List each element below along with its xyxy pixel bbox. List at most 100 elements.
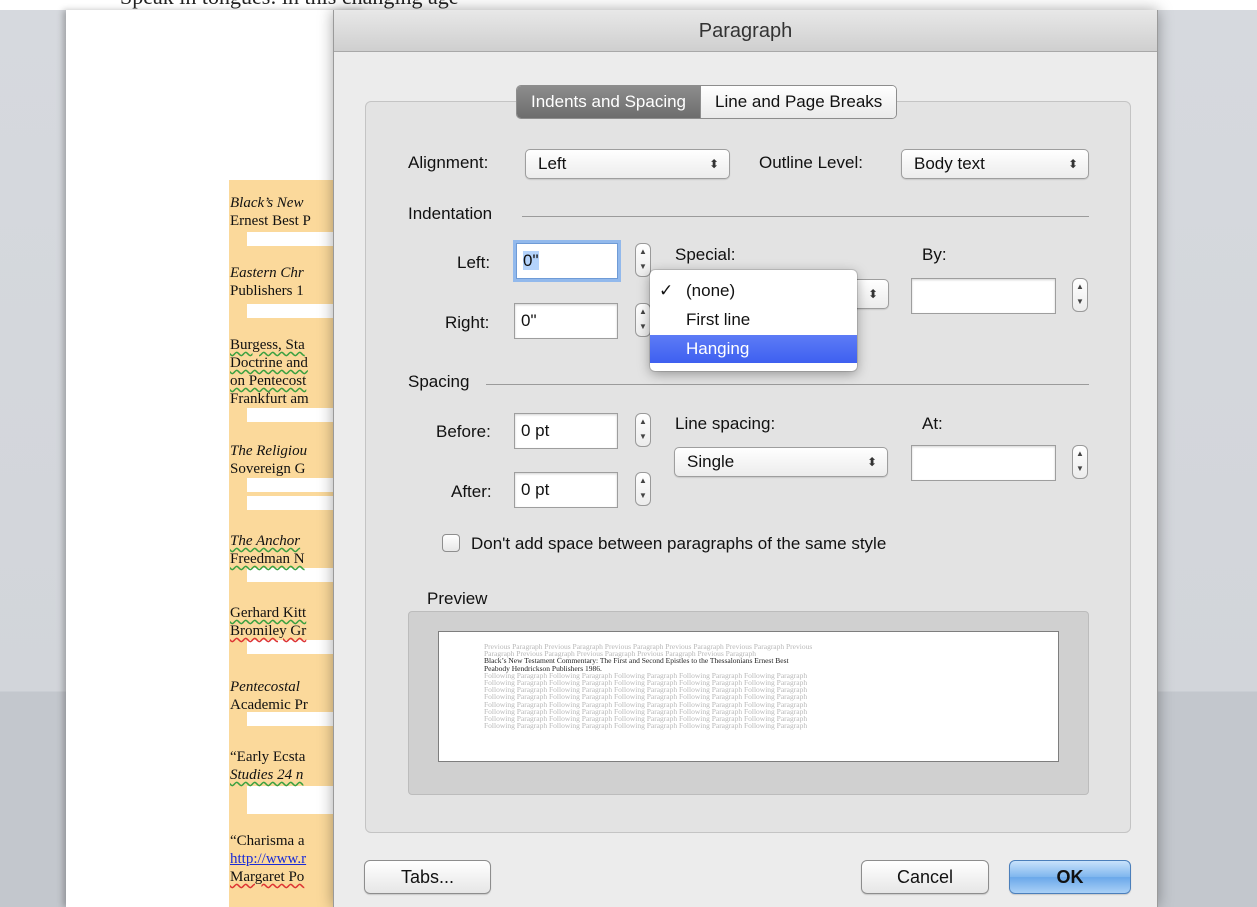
after-field[interactable]: 0 pt: [514, 472, 618, 508]
special-menu-item-first-line[interactable]: First line: [650, 306, 857, 334]
paragraph-gap: [247, 478, 335, 492]
after-label: After:: [451, 482, 492, 501]
line-spacing-popup[interactable]: Single ⬍: [674, 447, 888, 477]
document-line[interactable]: Publishers 1: [230, 282, 304, 300]
document-highlighted-text[interactable]: Black’s New Ernest Best P Eastern Chr Publi…: [229, 180, 339, 907]
paragraph-gap: [247, 568, 335, 582]
tab-indents-and-spacing[interactable]: Indents and Spacing: [517, 86, 701, 118]
indent-left-field[interactable]: 0": [516, 243, 618, 279]
special-menu-item-none[interactable]: ✓ (none): [650, 277, 857, 305]
outline-level-popup[interactable]: Body text ⬍: [901, 149, 1089, 179]
stepper-down-icon[interactable]: ▼: [636, 259, 650, 274]
indent-left-label: Left:: [457, 253, 491, 272]
popup-arrows-icon: ⬍: [708, 157, 719, 171]
cancel-button[interactable]: Cancel: [861, 860, 989, 894]
popup-arrows-icon: ⬍: [866, 455, 877, 469]
alignment-label: Alignment:: [408, 153, 489, 172]
dont-add-space-checkbox[interactable]: [442, 534, 460, 552]
stepper-up-icon[interactable]: ▲: [1073, 446, 1087, 461]
tab-line-and-page-breaks[interactable]: Line and Page Breaks: [700, 86, 897, 118]
spacing-divider: [486, 384, 1089, 385]
paragraph-gap: [247, 408, 335, 422]
document-line[interactable]: Sovereign G: [230, 460, 305, 478]
paragraph-gap: [247, 496, 335, 510]
preview-sheet: Previous Paragraph Previous Paragraph Pr…: [438, 631, 1059, 762]
stepper-down-icon[interactable]: ▼: [636, 488, 650, 503]
paragraph-gap: [247, 712, 335, 726]
document-line[interactable]: Burgess, Sta: [230, 336, 305, 354]
outline-level-value: Body text: [914, 154, 985, 173]
by-field[interactable]: [911, 278, 1056, 314]
stepper-up-icon[interactable]: ▲: [636, 244, 650, 259]
indentation-heading: Indentation: [408, 204, 493, 223]
paragraph-gap: [247, 640, 335, 654]
at-field[interactable]: [911, 445, 1056, 481]
indent-right-field[interactable]: 0": [514, 303, 618, 339]
document-line[interactable]: Frankfurt am: [230, 390, 309, 408]
at-stepper[interactable]: ▲ ▼: [1072, 445, 1088, 479]
at-label: At:: [922, 414, 943, 433]
paragraph-gap: [247, 800, 335, 814]
preview-following-line: Following Paragraph Following Paragraph …: [484, 721, 808, 731]
indent-right-value: 0": [521, 311, 537, 330]
before-value: 0 pt: [521, 421, 550, 440]
document-line[interactable]: Margaret Po: [230, 868, 304, 886]
stepper-down-icon[interactable]: ▼: [1073, 294, 1087, 309]
document-line[interactable]: Bromiley Gr: [230, 622, 306, 640]
stepper-up-icon[interactable]: ▲: [1073, 279, 1087, 294]
menu-item-label: First line: [686, 310, 751, 329]
paragraph-gap: [247, 232, 335, 246]
before-field[interactable]: 0 pt: [514, 413, 618, 449]
document-line[interactable]: Eastern Chr: [230, 264, 304, 282]
document-line[interactable]: The Religiou: [230, 442, 307, 460]
alignment-popup[interactable]: Left ⬍: [525, 149, 730, 179]
document-line[interactable]: Pentecostal: [230, 678, 300, 696]
document-cutoff-text: Speak in tongues: in this changing age: [120, 0, 459, 10]
line-spacing-value: Single: [687, 452, 735, 471]
document-line[interactable]: on Pentecost: [230, 372, 306, 390]
ok-button[interactable]: OK: [1009, 860, 1131, 894]
dont-add-space-label[interactable]: Don't add space between paragraphs of th…: [471, 534, 886, 554]
after-value: 0 pt: [521, 480, 550, 499]
stepper-up-icon[interactable]: ▲: [636, 304, 650, 319]
document-line[interactable]: Freedman N: [230, 550, 305, 568]
special-menu-item-hanging[interactable]: Hanging: [650, 335, 857, 363]
paragraph-gap: [247, 304, 335, 318]
preview-heading: Preview: [427, 589, 488, 608]
stepper-down-icon[interactable]: ▼: [636, 319, 650, 334]
before-stepper[interactable]: ▲ ▼: [635, 413, 651, 447]
stepper-up-icon[interactable]: ▲: [636, 473, 650, 488]
paragraph-gap: [247, 786, 335, 800]
indentation-divider: [522, 216, 1089, 217]
document-line[interactable]: Academic Pr: [230, 696, 308, 714]
document-line[interactable]: Gerhard Kitt: [230, 604, 306, 622]
popup-arrows-icon: ⬍: [1067, 157, 1078, 171]
indent-left-value: 0": [523, 251, 539, 270]
tabs-button[interactable]: Tabs...: [364, 860, 491, 894]
paragraph-dialog: Paragraph Indents and Spacing Line and P…: [333, 10, 1158, 907]
document-line[interactable]: Ernest Best P: [230, 212, 311, 230]
stepper-down-icon[interactable]: ▼: [636, 429, 650, 444]
outline-level-label: Outline Level:: [759, 153, 863, 172]
special-label: Special:: [675, 245, 736, 264]
stepper-up-icon[interactable]: ▲: [636, 414, 650, 429]
dialog-title: Paragraph: [334, 10, 1157, 52]
stepper-down-icon[interactable]: ▼: [1073, 461, 1087, 476]
document-line[interactable]: “Early Ecsta: [230, 748, 305, 766]
indent-right-label: Right:: [445, 313, 490, 332]
document-line[interactable]: Black’s New: [230, 194, 303, 212]
document-line[interactable]: http://www.r: [230, 850, 306, 868]
document-line[interactable]: The Anchor: [230, 532, 300, 550]
document-line[interactable]: Studies 24 n: [230, 766, 303, 784]
spacing-heading: Spacing: [408, 372, 470, 391]
indent-left-stepper[interactable]: ▲ ▼: [635, 243, 651, 277]
by-stepper[interactable]: ▲ ▼: [1072, 278, 1088, 312]
menu-item-label: Hanging: [686, 339, 750, 358]
indent-right-stepper[interactable]: ▲ ▼: [635, 303, 651, 337]
document-line[interactable]: Doctrine and: [230, 354, 308, 372]
document-line[interactable]: “Charisma a: [230, 832, 305, 850]
checkmark-icon: ✓: [659, 281, 674, 300]
popup-arrows-icon: ⬍: [867, 287, 878, 301]
tab-bar: Indents and Spacing Line and Page Breaks: [516, 85, 898, 119]
after-stepper[interactable]: ▲ ▼: [635, 472, 651, 506]
